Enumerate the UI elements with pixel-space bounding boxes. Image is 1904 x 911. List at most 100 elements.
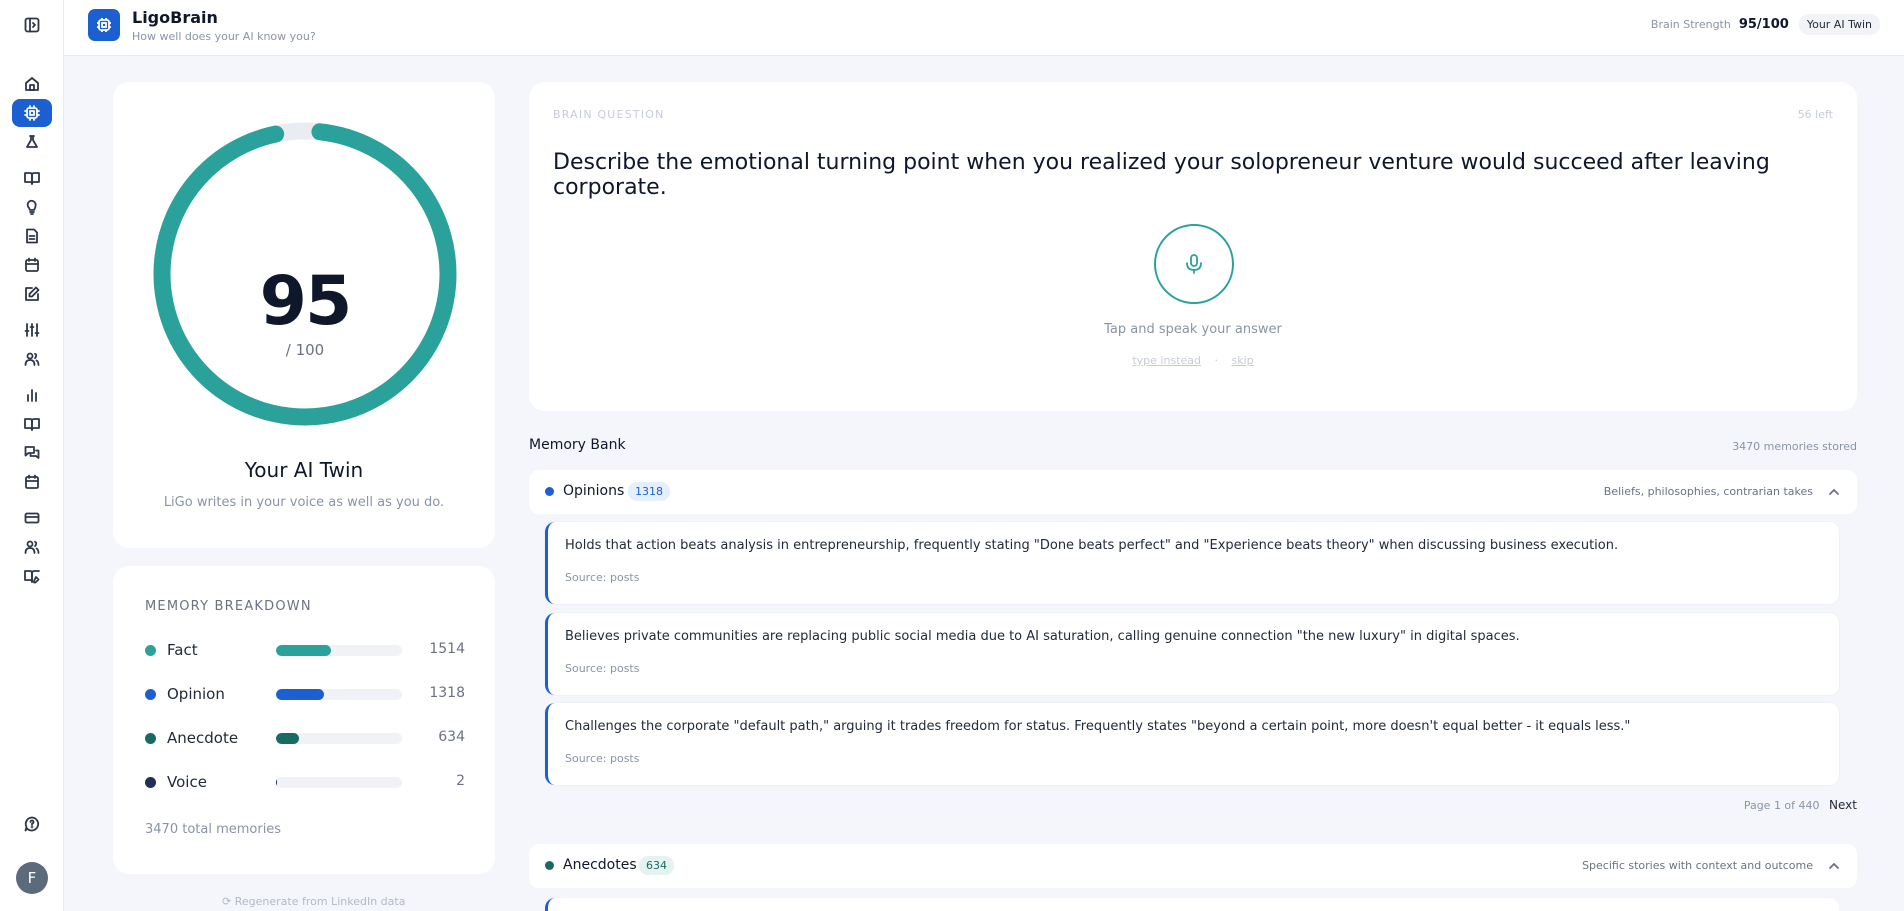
opinions-section-header[interactable]: Opinions 1318 Beliefs, philosophies, con… <box>529 470 1857 514</box>
brain-strength-value: 95/100 <box>1738 17 1789 32</box>
voice-label: Voice <box>167 773 207 791</box>
voice-bar-track <box>276 777 402 788</box>
app-title: LigoBrain <box>132 8 218 27</box>
help-chat-icon[interactable] <box>12 810 52 838</box>
brain-strength-summary: Brain Strength 95/100 Your AI Twin <box>1651 14 1880 35</box>
opinions-count-badge: 1318 <box>628 482 670 501</box>
regenerate-label: Regenerate from LinkedIn data <box>234 895 406 908</box>
anecdote-bar-track <box>276 733 402 744</box>
card-icon[interactable] <box>12 504 52 532</box>
voice-dot <box>145 777 156 788</box>
twin-description: LiGo writes in your voice as well as you… <box>163 495 445 510</box>
total-memories: 3470 total memories <box>145 822 282 837</box>
anecdotes-count-badge: 634 <box>639 856 674 875</box>
logo-icon <box>88 9 120 41</box>
top-header: LigoBrain How well does your AI know you… <box>64 0 1904 56</box>
anecdote-label: Anecdote <box>167 729 239 747</box>
microphone-button[interactable] <box>1154 224 1234 304</box>
refresh-icon: ⟳ <box>222 895 232 908</box>
score-ring: 95 / 100 <box>153 122 457 426</box>
anecdote-count: 634 <box>438 729 465 745</box>
memory-text: Holds that action beats analysis in entr… <box>565 538 1619 553</box>
chat-icon[interactable] <box>12 439 52 467</box>
microphone-icon <box>1186 254 1202 274</box>
brain-chip-icon[interactable] <box>12 99 52 127</box>
app-subtitle: How well does your AI know you? <box>132 30 316 43</box>
breakdown-row-opinion: Opinion 1318 <box>145 684 465 704</box>
memory-source: Source: posts <box>565 662 640 675</box>
team-icon[interactable] <box>12 533 52 561</box>
sliders-icon[interactable] <box>12 316 52 344</box>
fact-bar-fill <box>276 645 331 656</box>
opinion-count: 1318 <box>429 685 465 701</box>
fact-count: 1514 <box>429 641 465 657</box>
questions-left: 56 left <box>1797 108 1833 121</box>
link-separator: · <box>1214 354 1219 367</box>
page-indicator: Page 1 of 440 <box>1743 799 1820 812</box>
book-icon[interactable] <box>12 410 52 438</box>
home-icon[interactable] <box>12 70 52 98</box>
breakdown-row-fact: Fact 1514 <box>145 640 465 660</box>
tap-to-speak-hint: Tap and speak your answer <box>1104 322 1282 337</box>
pagination: Page 1 of 440 Next <box>1744 798 1857 812</box>
document-icon[interactable] <box>12 222 52 250</box>
book-open-icon[interactable] <box>12 164 52 192</box>
breakdown-row-anecdote: Anecdote 634 <box>145 728 465 748</box>
anecdotes-section-header[interactable]: Anecdotes 634 Specific stories with cont… <box>529 844 1857 888</box>
anecdote-bar-fill <box>276 733 300 744</box>
calendar-icon[interactable] <box>12 468 52 496</box>
flask-icon[interactable] <box>12 128 52 156</box>
type-instead-link[interactable]: type instead <box>1132 354 1201 367</box>
anecdotes-dot <box>545 861 554 870</box>
fact-dot <box>145 645 156 656</box>
opinions-dot <box>545 487 554 496</box>
breakdown-title: MEMORY BREAKDOWN <box>145 599 312 614</box>
chevron-up-icon[interactable] <box>1827 858 1841 872</box>
lightbulb-icon[interactable] <box>12 193 52 221</box>
score-denominator: / 100 <box>285 341 325 359</box>
users-icon[interactable] <box>12 345 52 373</box>
twin-title: Your AI Twin <box>244 458 364 482</box>
brain-question-label: BRAIN QUESTION <box>553 108 665 121</box>
answer-options: type instead · skip <box>529 354 1857 367</box>
fact-bar-track <box>276 645 402 656</box>
sidebar: F <box>0 0 64 911</box>
memory-item[interactable]: Challenges the corporate "default path,"… <box>545 703 1839 785</box>
opinion-label: Opinion <box>167 685 225 703</box>
question-text: Describe the emotional turning point whe… <box>553 150 1770 200</box>
bar-chart-icon[interactable] <box>12 381 52 409</box>
opinions-title: Opinions <box>563 483 625 499</box>
memory-item-partial[interactable] <box>545 898 1839 911</box>
memory-text: Believes private communities are replaci… <box>565 629 1520 644</box>
book-edit-icon[interactable] <box>12 562 52 590</box>
sidebar-toggle-icon[interactable] <box>12 11 52 39</box>
voice-count: 2 <box>456 773 465 789</box>
edit-icon[interactable] <box>12 280 52 308</box>
opinion-dot <box>145 689 156 700</box>
memory-item[interactable]: Believes private communities are replaci… <box>545 613 1839 695</box>
regenerate-link[interactable]: ⟳ Regenerate from LinkedIn data <box>222 895 405 908</box>
opinions-description: Beliefs, philosophies, contrarian takes <box>1603 485 1813 498</box>
memories-stored: 3470 memories stored <box>1732 440 1857 453</box>
memory-breakdown-card: MEMORY BREAKDOWN Fact 1514 Opinion 1318 … <box>113 566 495 874</box>
brain-question-card: BRAIN QUESTION 56 left Describe the emot… <box>529 82 1857 411</box>
opinion-bar-track <box>276 689 402 700</box>
chevron-up-icon[interactable] <box>1827 484 1841 498</box>
anecdote-dot <box>145 733 156 744</box>
breakdown-row-voice: Voice 2 <box>145 772 465 792</box>
fact-label: Fact <box>167 641 198 659</box>
ai-twin-badge: Your AI Twin <box>1798 14 1880 35</box>
memory-item[interactable]: Holds that action beats analysis in entr… <box>545 522 1839 604</box>
next-page-button[interactable]: Next <box>1829 798 1857 812</box>
score-value: 95 <box>259 262 353 341</box>
memory-source: Source: posts <box>565 571 640 584</box>
opinion-bar-fill <box>276 689 324 700</box>
brain-strength-label: Brain Strength <box>1650 18 1731 31</box>
skip-link[interactable]: skip <box>1232 354 1254 367</box>
memory-source: Source: posts <box>565 752 640 765</box>
avatar[interactable]: F <box>16 862 48 894</box>
score-card: 95 / 100 Your AI Twin LiGo writes in you… <box>113 82 495 548</box>
calendar-icon[interactable] <box>12 251 52 279</box>
anecdotes-title: Anecdotes <box>563 857 637 873</box>
anecdotes-description: Specific stories with context and outcom… <box>1582 859 1813 872</box>
